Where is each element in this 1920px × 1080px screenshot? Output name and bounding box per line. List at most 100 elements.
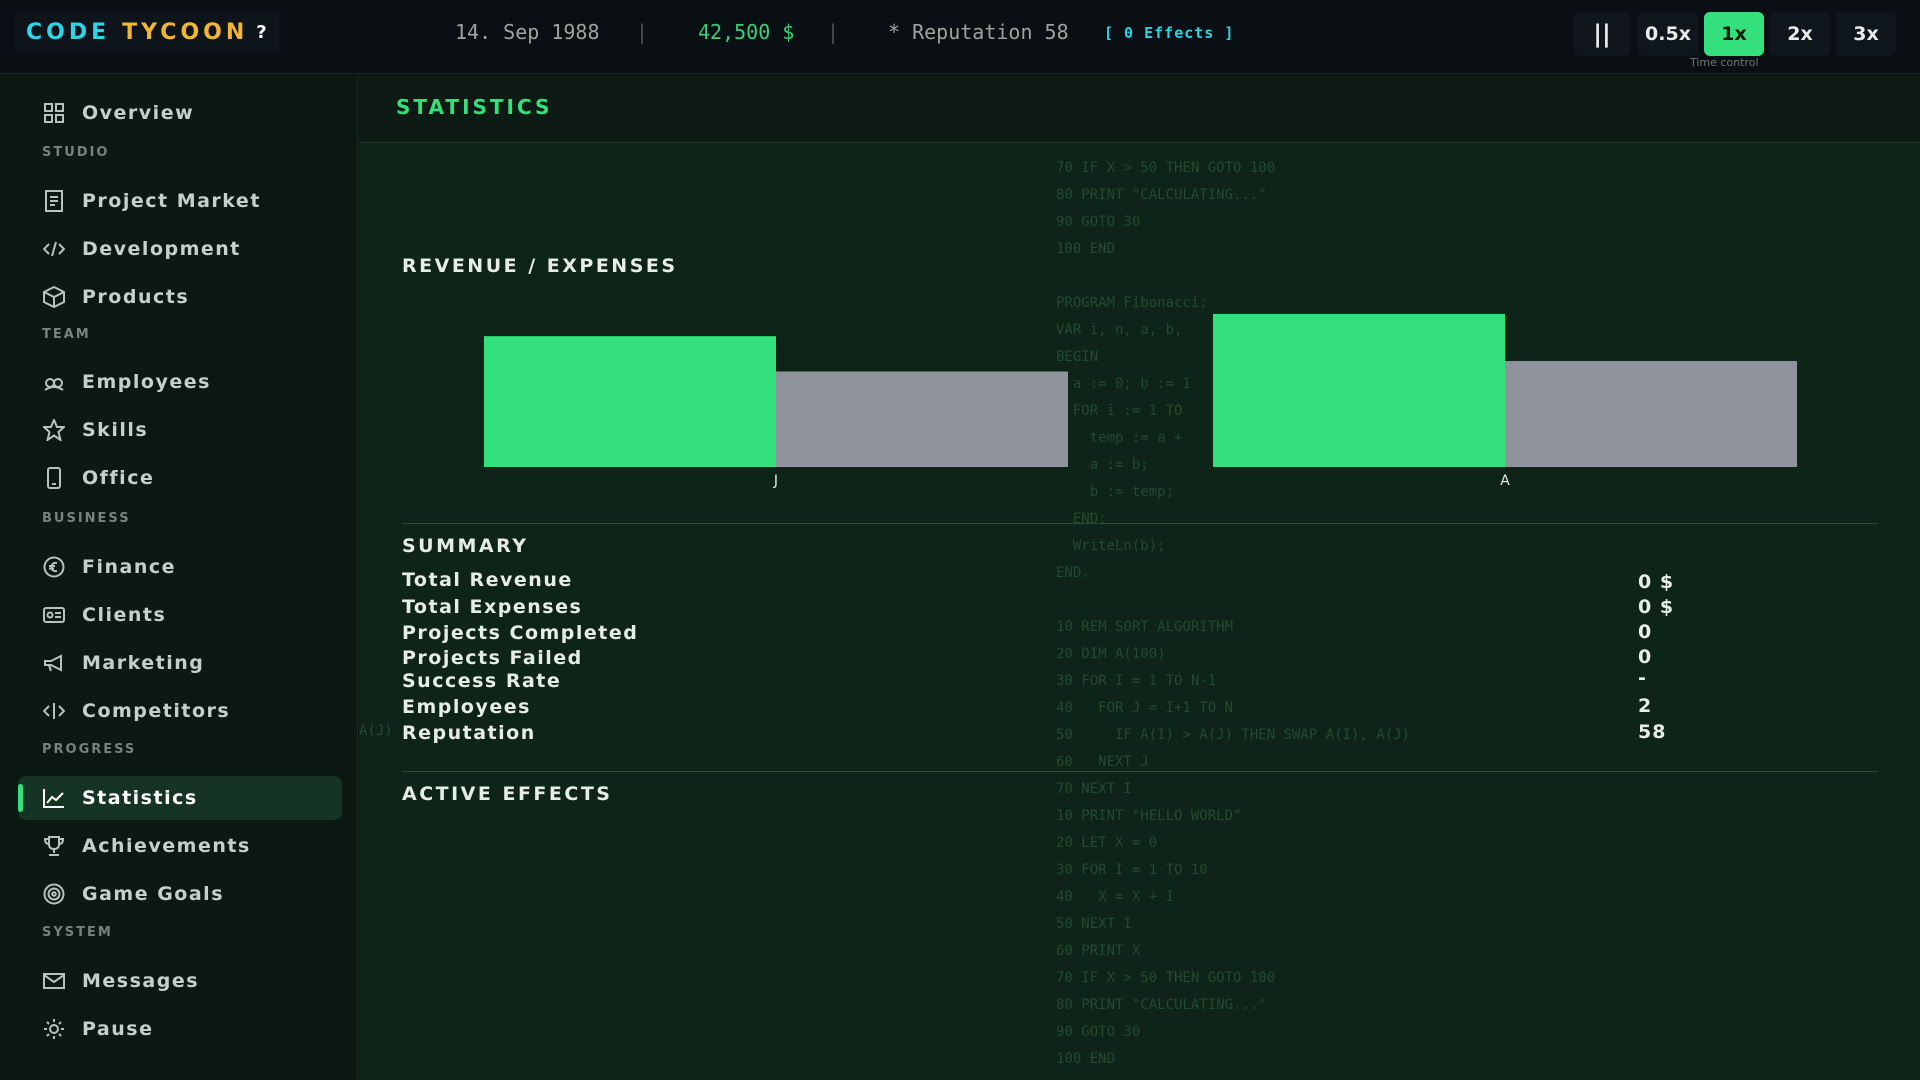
star-icon <box>42 418 66 442</box>
sidebar: Overview STUDIO Project Market Developme… <box>0 75 358 1080</box>
sidebar-item-clients[interactable]: Clients <box>18 593 342 637</box>
sidebar-item-game-goals[interactable]: Game Goals <box>18 872 342 916</box>
sidebar-item-statistics[interactable]: Statistics <box>18 776 342 820</box>
section-header-progress: PROGRESS <box>42 742 137 757</box>
sidebar-item-overview[interactable]: Overview <box>18 91 342 135</box>
sidebar-item-label: Competitors <box>82 700 231 722</box>
summary-value-total-expenses: 0 $ <box>1638 596 1675 618</box>
box-icon <box>42 285 66 309</box>
bar-J-series-2 <box>776 371 1068 467</box>
separator: | <box>636 20 649 44</box>
divider <box>402 771 1878 772</box>
id-card-icon <box>42 603 66 627</box>
summary-label-reputation: Reputation <box>402 722 536 744</box>
sidebar-item-label: Clients <box>82 604 167 626</box>
sidebar-item-competitors[interactable]: Competitors <box>18 689 342 733</box>
logo-text-code: CODE <box>26 19 111 45</box>
background-code-decoration: 70 IF X > 50 THEN GOTO 100 80 PRINT "CAL… <box>1056 160 1411 1067</box>
reputation-display: * Reputation 58 <box>888 20 1069 44</box>
sidebar-item-label: Statistics <box>82 787 198 809</box>
grid-icon <box>42 101 66 125</box>
sidebar-item-pause[interactable]: Pause <box>18 1007 342 1051</box>
top-bar: CODE TYCOON ? 14. Sep 1988 | 42,500 $ | … <box>0 0 1920 74</box>
sidebar-item-project-market[interactable]: Project Market <box>18 179 342 223</box>
summary-label-employees: Employees <box>402 696 531 718</box>
bar-J-series-1 <box>484 336 776 467</box>
mail-icon <box>42 969 66 993</box>
section-header-team: TEAM <box>42 327 91 342</box>
sidebar-item-label: Marketing <box>82 652 205 674</box>
sidebar-item-messages[interactable]: Messages <box>18 959 342 1003</box>
summary-value-projects-failed: 0 <box>1638 646 1653 668</box>
sidebar-item-label: Overview <box>82 102 195 124</box>
logo-text-tycoon: TYCOON <box>122 19 249 45</box>
summary-value-employees: 2 <box>1638 695 1653 717</box>
sidebar-item-office[interactable]: Office <box>18 456 342 500</box>
help-icon[interactable]: ? <box>256 22 266 43</box>
sidebar-item-label: Employees <box>82 371 211 393</box>
trophy-icon <box>42 834 66 858</box>
code-icon <box>42 237 66 261</box>
speed-3x-button[interactable]: 3x <box>1836 12 1896 56</box>
x-tick-label: J <box>773 473 778 489</box>
main-content: 70 IF X > 50 THEN GOTO 100 80 PRINT "CAL… <box>359 75 1920 1080</box>
sidebar-item-products[interactable]: Products <box>18 275 342 319</box>
main-header: STATISTICS <box>359 75 1920 143</box>
target-icon <box>42 882 66 906</box>
section-header-business: BUSINESS <box>42 511 131 526</box>
x-tick-label: A <box>1500 473 1510 489</box>
code-icon <box>42 699 66 723</box>
divider <box>402 523 1878 524</box>
revenue-expenses-chart: JA <box>484 313 1797 489</box>
sidebar-item-label: Messages <box>82 970 200 992</box>
section-header-system: SYSTEM <box>42 925 113 940</box>
section-header-studio: STUDIO <box>42 145 110 160</box>
summary-label-projects-failed: Projects Failed <box>402 647 583 669</box>
sidebar-item-employees[interactable]: Employees <box>18 360 342 404</box>
summary-label-success-rate: Success Rate <box>402 670 562 692</box>
people-icon <box>42 370 66 394</box>
summary-value-total-revenue: 0 $ <box>1638 571 1675 593</box>
sidebar-item-label: Finance <box>82 556 177 578</box>
summary-label-total-expenses: Total Expenses <box>402 596 583 618</box>
sidebar-item-label: Skills <box>82 419 149 441</box>
sidebar-item-label: Development <box>82 238 241 260</box>
bar-A-series-2 <box>1505 361 1797 467</box>
money-display: 42,500 $ <box>698 20 795 44</box>
summary-value-reputation: 58 <box>1638 721 1667 743</box>
sidebar-item-development[interactable]: Development <box>18 227 342 271</box>
speed-2x-button[interactable]: 2x <box>1770 12 1830 56</box>
revenue-expenses-title: REVENUE / EXPENSES <box>402 255 678 277</box>
speed-0.5x-button[interactable]: 0.5x <box>1638 12 1698 56</box>
building-icon <box>42 466 66 490</box>
sidebar-item-label: Pause <box>82 1018 154 1040</box>
sidebar-item-achievements[interactable]: Achievements <box>18 824 342 868</box>
game-date: 14. Sep 1988 <box>455 20 600 44</box>
time-control-label: Time control <box>1690 56 1759 69</box>
effects-button[interactable]: [ 0 Effects ] <box>1104 24 1234 42</box>
active-effects-title: ACTIVE EFFECTS <box>402 783 613 805</box>
page-title: STATISTICS <box>396 95 553 119</box>
summary-title: SUMMARY <box>402 535 529 557</box>
sidebar-item-label: Products <box>82 286 190 308</box>
bar-A-series-1 <box>1213 313 1505 467</box>
summary-label-projects-completed: Projects Completed <box>402 622 639 644</box>
sidebar-item-finance[interactable]: Finance <box>18 545 342 589</box>
separator: | <box>827 20 840 44</box>
sidebar-item-label: Office <box>82 467 155 489</box>
sidebar-item-skills[interactable]: Skills <box>18 408 342 452</box>
background-code-fragment: A(J) <box>359 723 393 739</box>
document-icon <box>42 189 66 213</box>
sidebar-item-label: Project Market <box>82 190 261 212</box>
logo[interactable]: CODE TYCOON ? <box>14 12 279 52</box>
speed-1x-button[interactable]: 1x <box>1704 12 1764 56</box>
megaphone-icon <box>42 651 66 675</box>
sidebar-item-label: Achievements <box>82 835 251 857</box>
sidebar-item-label: Game Goals <box>82 883 225 905</box>
chart-line-icon <box>42 786 66 810</box>
summary-value-success-rate: - <box>1638 667 1647 689</box>
euro-coin-icon <box>42 555 66 579</box>
pause-button[interactable]: || <box>1574 12 1630 56</box>
gear-icon <box>42 1017 66 1041</box>
sidebar-item-marketing[interactable]: Marketing <box>18 641 342 685</box>
